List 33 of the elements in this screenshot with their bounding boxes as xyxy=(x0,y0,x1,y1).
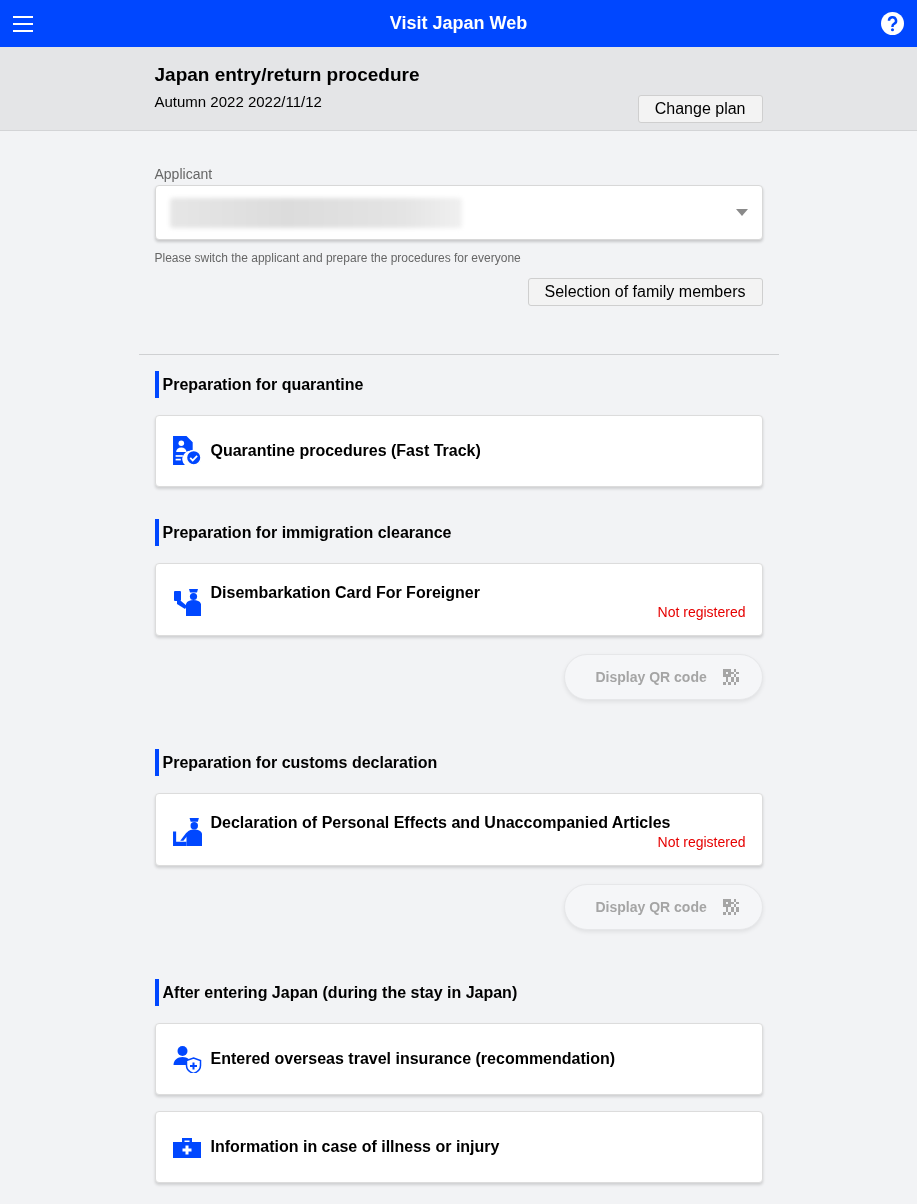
section-heading: Preparation for immigration clearance xyxy=(154,519,763,546)
applicant-hint: Please switch the applicant and prepare the procedures for everyone xyxy=(154,250,522,266)
first-aid-kit-icon xyxy=(172,1135,201,1159)
procedure-card[interactable]: Entered overseas travel insurance (recommendation) xyxy=(154,1023,763,1095)
plan-subtitle: Autumn 2022 2022/11/12 xyxy=(154,92,322,112)
procedure-card[interactable]: Disembarkation Card For Foreigner Not registered xyxy=(154,563,763,636)
procedure-title: Entered overseas travel insurance (recommendation) xyxy=(210,1049,617,1069)
section-heading: Preparation for customs declaration xyxy=(154,749,763,776)
document-check-icon xyxy=(171,436,202,466)
officer-with-passport-icon xyxy=(172,588,201,616)
status-label: Not registered xyxy=(657,833,746,851)
procedure-card[interactable]: Information in case of illness or injury xyxy=(154,1111,763,1183)
change-plan-button[interactable]: Change plan xyxy=(637,95,763,123)
applicant-label: Applicant xyxy=(154,165,214,183)
section-heading: After entering Japan (during the stay in Japan) xyxy=(154,979,763,1006)
procedure-title: Declaration of Personal Effects and Unaccompanied Articles xyxy=(210,813,672,833)
qr-code-icon xyxy=(722,669,739,685)
person-shield-icon xyxy=(171,1045,202,1073)
procedure-title: Disembarkation Card For Foreigner xyxy=(210,583,481,603)
menu-icon[interactable] xyxy=(13,15,33,32)
procedure-card[interactable]: Quarantine procedures (Fast Track) xyxy=(154,415,763,487)
help-icon[interactable] xyxy=(881,12,904,35)
officer-at-counter-icon xyxy=(171,817,202,847)
family-members-button[interactable]: Selection of family members xyxy=(527,278,763,306)
procedure-card[interactable]: Declaration of Personal Effects and Unaccompanied Articles Not registered xyxy=(154,793,763,866)
status-label: Not registered xyxy=(657,603,746,621)
procedure-title: Quarantine procedures (Fast Track) xyxy=(210,441,482,461)
app-title: Visit Japan Web xyxy=(389,13,528,33)
caret-down-icon xyxy=(735,209,748,216)
plan-title: Japan entry/return procedure xyxy=(154,63,421,87)
qr-code-icon xyxy=(722,899,739,915)
procedure-title: Information in case of illness or injury xyxy=(210,1137,501,1157)
section-heading: Preparation for quarantine xyxy=(154,371,763,398)
